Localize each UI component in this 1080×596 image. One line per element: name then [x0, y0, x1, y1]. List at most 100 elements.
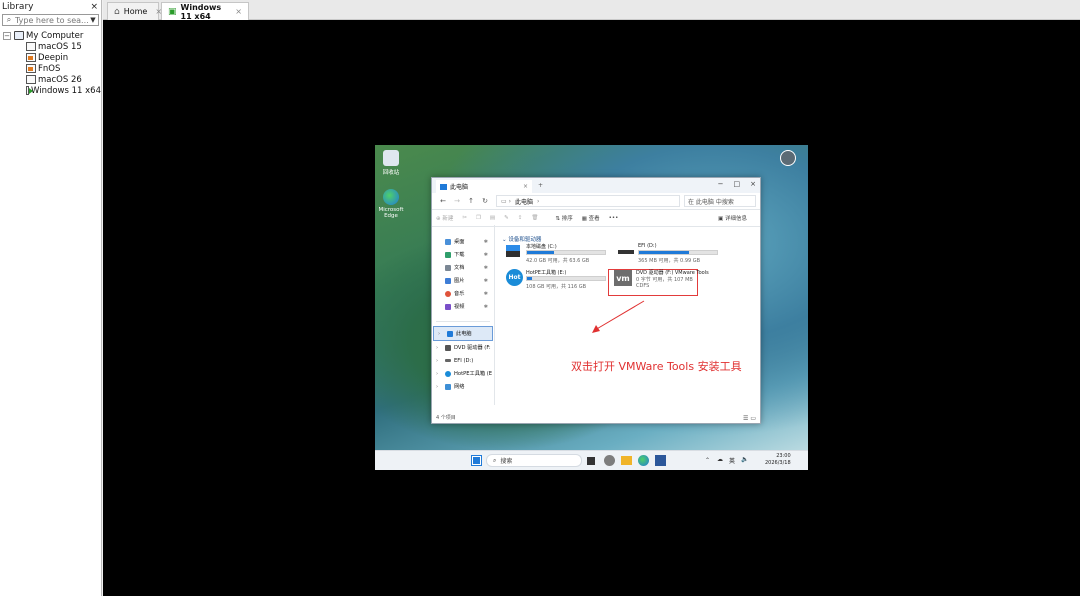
tab-home[interactable]: ⌂ Home × — [107, 2, 162, 20]
library-panel: Library × ⌕ Type here to sea... ▼ − My C… — [0, 0, 102, 596]
vm-icon — [26, 42, 36, 51]
tab-label: Home — [123, 7, 148, 16]
user-icon[interactable] — [780, 150, 796, 166]
nav-downloads[interactable]: 下载 ✱ — [432, 248, 494, 261]
edge-icon[interactable] — [383, 189, 399, 205]
cut-icon[interactable]: ✂ — [462, 215, 467, 221]
tree-item-vm[interactable]: macOS 15 — [0, 41, 101, 52]
pc-icon — [440, 183, 447, 190]
nav-desktop[interactable]: 桌面 ✱ — [432, 235, 494, 248]
close-icon[interactable]: × — [523, 183, 528, 190]
network-icon — [445, 383, 451, 390]
close-tab-icon[interactable]: × — [235, 7, 242, 16]
nav-this-pc[interactable]: › 此电脑 — [433, 326, 493, 341]
tab-label: Windows 11 x64 — [180, 2, 222, 21]
pin-icon: ✱ — [483, 277, 488, 284]
delete-icon[interactable]: 🗑 — [531, 215, 538, 221]
cloud-icon[interactable]: ☁ — [717, 456, 723, 463]
monitor-icon: ▭ › — [501, 197, 511, 205]
explorer-content: ⌄ 设备和驱动器 本地磁盘 (C:) 42.0 GB 可用，共 63.6 GB … — [498, 225, 760, 405]
close-window-icon[interactable]: × — [750, 180, 756, 188]
task-view-icon[interactable] — [587, 457, 595, 465]
new-tab-icon[interactable]: + — [538, 182, 543, 189]
copy-icon[interactable]: ❐ — [476, 215, 481, 221]
taskbar-search-label: 搜索 — [500, 458, 513, 465]
view-toggle-icons[interactable]: ☰ ▭ — [743, 415, 756, 422]
file-explorer-window[interactable]: 此电脑 × + − □ × ← → ↑ ↻ ▭ › 此电脑 › 在 此电脑 中搜… — [431, 177, 761, 424]
computer-icon — [14, 31, 24, 40]
volume-icon[interactable]: 🔈 — [741, 456, 748, 463]
nav-efi[interactable]: › EFI (D:) — [432, 354, 494, 367]
library-search-input[interactable]: ⌕ Type here to sea... ▼ — [2, 14, 99, 26]
store-icon[interactable] — [655, 455, 666, 466]
up-icon[interactable]: ↑ — [464, 197, 478, 205]
sort-button[interactable]: ⇅ 排序 — [555, 214, 572, 222]
search-dropdown-icon[interactable]: ▼ — [88, 16, 98, 24]
collapse-icon[interactable]: − — [3, 31, 11, 40]
input-language[interactable]: 英 — [729, 456, 735, 465]
new-button[interactable]: ⊕ 新建 — [436, 214, 453, 222]
share-icon[interactable]: ⇪ — [518, 215, 523, 221]
pin-icon: ✱ — [483, 303, 488, 310]
edge-icon[interactable] — [638, 455, 649, 466]
start-icon[interactable] — [471, 455, 482, 466]
tree-item-vm-active[interactable]: Windows 11 x64 — [0, 85, 101, 96]
back-icon[interactable]: ← — [436, 197, 450, 205]
desktop-icon-label: 回收站 — [382, 170, 400, 176]
explorer-addressbar: ← → ↑ ↻ ▭ › 此电脑 › 在 此电脑 中搜索 — [432, 193, 760, 210]
tree-item-label: macOS 15 — [38, 41, 82, 52]
tree-item-my-computer[interactable]: − My Computer — [0, 30, 101, 41]
paste-icon[interactable]: ▤ — [490, 215, 495, 221]
explorer-tab[interactable]: 此电脑 × — [436, 180, 532, 193]
pin-icon: ✱ — [483, 251, 488, 258]
annotation-arrow — [592, 300, 645, 333]
forward-icon[interactable]: → — [450, 197, 464, 205]
address-text: 此电脑 — [514, 198, 533, 206]
guest-desktop[interactable]: 回收站 Microsoft Edge 此电脑 × + − □ × ← → ↑ ↻… — [375, 145, 808, 470]
tree-item-vm[interactable]: FnOS — [0, 63, 101, 74]
clock[interactable]: 23:00 2026/3/18 — [765, 453, 791, 467]
maximize-icon[interactable]: □ — [734, 180, 741, 188]
library-title: Library — [2, 2, 34, 12]
more-button[interactable]: ••• — [609, 215, 619, 221]
minimize-icon[interactable]: − — [718, 180, 724, 188]
status-text: 4 个项目 — [436, 415, 456, 421]
nav-hotpe[interactable]: › HotPE工具箱 (E — [432, 367, 494, 380]
tree-item-label: Windows 11 x64 — [30, 85, 101, 96]
library-close-icon[interactable]: × — [90, 2, 98, 12]
search-icon: ⌕ — [6, 15, 12, 24]
clock-date: 2026/3/18 — [765, 460, 791, 466]
chevron-right-icon: › — [537, 197, 540, 205]
refresh-icon[interactable]: ↻ — [478, 197, 492, 205]
vm-running-icon: ▣ — [168, 6, 177, 17]
nav-network[interactable]: › 网络 — [432, 380, 494, 393]
vm-display[interactable]: 回收站 Microsoft Edge 此电脑 × + − □ × ← → ↑ ↻… — [103, 20, 1080, 596]
rename-icon[interactable]: ✎ — [504, 215, 509, 221]
tree-item-vm[interactable]: Deepin — [0, 52, 101, 63]
tree-item-label: Deepin — [38, 52, 69, 63]
windows-taskbar: ⌕ 搜索 ⌃ ☁ 英 🔈 23:00 2026/3/18 — [375, 450, 808, 470]
tree-item-label: macOS 26 — [38, 74, 82, 85]
folder-icon[interactable] — [621, 456, 632, 465]
address-input[interactable]: ▭ › 此电脑 › — [496, 195, 680, 207]
pin-icon: ✱ — [483, 290, 488, 297]
details-button[interactable]: ▣ 详细信息 — [718, 214, 747, 222]
nav-music[interactable]: 音乐 ✱ — [432, 287, 494, 300]
search-icon: ⌕ — [493, 456, 497, 464]
taskbar-search[interactable]: ⌕ 搜索 — [486, 454, 582, 467]
explorer-search-input[interactable]: 在 此电脑 中搜索 — [684, 195, 756, 207]
chevron-up-icon[interactable]: ⌃ — [705, 457, 710, 464]
nav-pictures[interactable]: 图片 ✱ — [432, 274, 494, 287]
nav-videos[interactable]: 视频 ✱ — [432, 300, 494, 313]
vm-tree: − My Computer macOS 15 Deepin FnOS macOS… — [0, 30, 101, 96]
recycle-bin-icon[interactable] — [383, 150, 399, 166]
pin-icon: ✱ — [483, 264, 488, 271]
view-button[interactable]: ▦ 查看 — [582, 214, 600, 222]
copilot-icon[interactable] — [604, 455, 615, 466]
nav-dvd-drive[interactable]: › DVD 驱动器 (F: — [432, 341, 494, 354]
tree-item-vm[interactable]: macOS 26 — [0, 74, 101, 85]
nav-documents[interactable]: 文档 ✱ — [432, 261, 494, 274]
tree-item-label: FnOS — [38, 63, 61, 74]
tab-windows-11[interactable]: ▣ Windows 11 x64 × — [161, 2, 249, 21]
pc-icon — [447, 330, 453, 337]
